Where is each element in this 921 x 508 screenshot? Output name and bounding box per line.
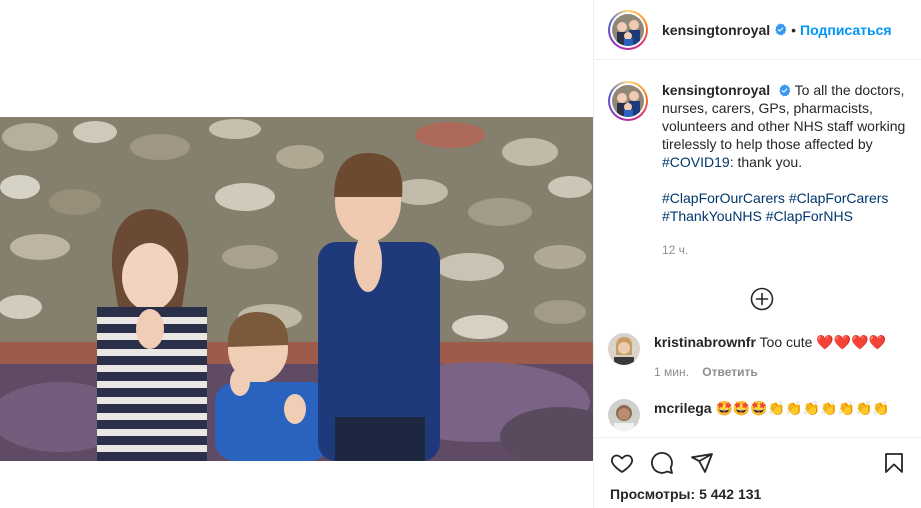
comment-button[interactable] xyxy=(648,449,676,477)
comment-emoji: 🤩🤩🤩👏👏👏👏👏👏👏 xyxy=(715,400,890,416)
comment-icon xyxy=(651,451,673,474)
post-video[interactable] xyxy=(0,117,593,461)
share-button[interactable] xyxy=(688,449,716,477)
views-number: 5 442 131 xyxy=(699,486,762,502)
reply-button[interactable]: Ответить xyxy=(702,365,757,379)
media-pane xyxy=(0,0,593,508)
video-frame xyxy=(0,117,593,461)
follow-button[interactable]: Подписаться xyxy=(800,22,892,38)
comment-item: mcrilega 🤩🤩🤩👏👏👏👏👏👏👏 xyxy=(594,399,921,431)
caption-author-avatar-image xyxy=(612,85,644,117)
save-button[interactable] xyxy=(880,449,908,477)
comment-text: Too cute xyxy=(759,334,813,350)
post-sidebar: kensingtonroyal • Подписаться kensington… xyxy=(593,0,921,508)
comment-timestamp[interactable]: 1 мин. xyxy=(654,365,689,379)
commenter-avatar[interactable] xyxy=(608,333,640,365)
bookmark-icon xyxy=(885,453,903,473)
caption-username[interactable]: kensingtonroyal xyxy=(662,82,770,98)
views-label: Просмотры: xyxy=(610,486,696,502)
post-actions: Просмотры: 5 442 131 xyxy=(594,437,921,508)
comment-item: kristinabrownfr Too cute ❤️❤️❤️❤️ 1 мин.… xyxy=(594,333,921,381)
caption-hashtags-line1[interactable]: #ClapForOurCarers #ClapForCarers xyxy=(662,189,908,207)
views-count[interactable]: Просмотры: 5 442 131 xyxy=(594,478,921,502)
commenter-username[interactable]: mcrilega xyxy=(654,400,712,416)
heart-icon xyxy=(611,454,633,473)
header-separator-dot: • xyxy=(791,21,797,38)
author-username[interactable]: kensingtonroyal xyxy=(662,22,770,38)
share-icon xyxy=(691,453,713,473)
commenter-avatar[interactable] xyxy=(608,399,640,431)
caption-author-avatar[interactable] xyxy=(608,81,648,121)
like-button[interactable] xyxy=(608,449,636,477)
comments-section[interactable]: kensingtonroyal To all the doctors, nurs… xyxy=(594,61,921,437)
caption-timestamp[interactable]: 12 ч. xyxy=(662,241,908,259)
verified-badge-icon xyxy=(775,23,787,36)
commenter-username[interactable]: kristinabrownfr xyxy=(654,334,756,350)
caption-hashtags-line2[interactable]: #ThankYouNHS #ClapForNHS xyxy=(662,207,908,225)
plus-circle-icon[interactable] xyxy=(750,287,774,311)
comment-emoji: ❤️❤️❤️❤️ xyxy=(816,334,887,350)
caption-inline-hashtag[interactable]: #COVID19 xyxy=(662,154,730,170)
author-avatar-image xyxy=(612,13,644,46)
verified-badge-icon xyxy=(779,84,791,97)
post-header: kensingtonroyal • Подписаться xyxy=(594,0,921,60)
author-avatar[interactable] xyxy=(608,9,648,50)
post-caption: kensingtonroyal To all the doctors, nurs… xyxy=(594,61,921,259)
caption-text-block: kensingtonroyal To all the doctors, nurs… xyxy=(662,81,908,259)
